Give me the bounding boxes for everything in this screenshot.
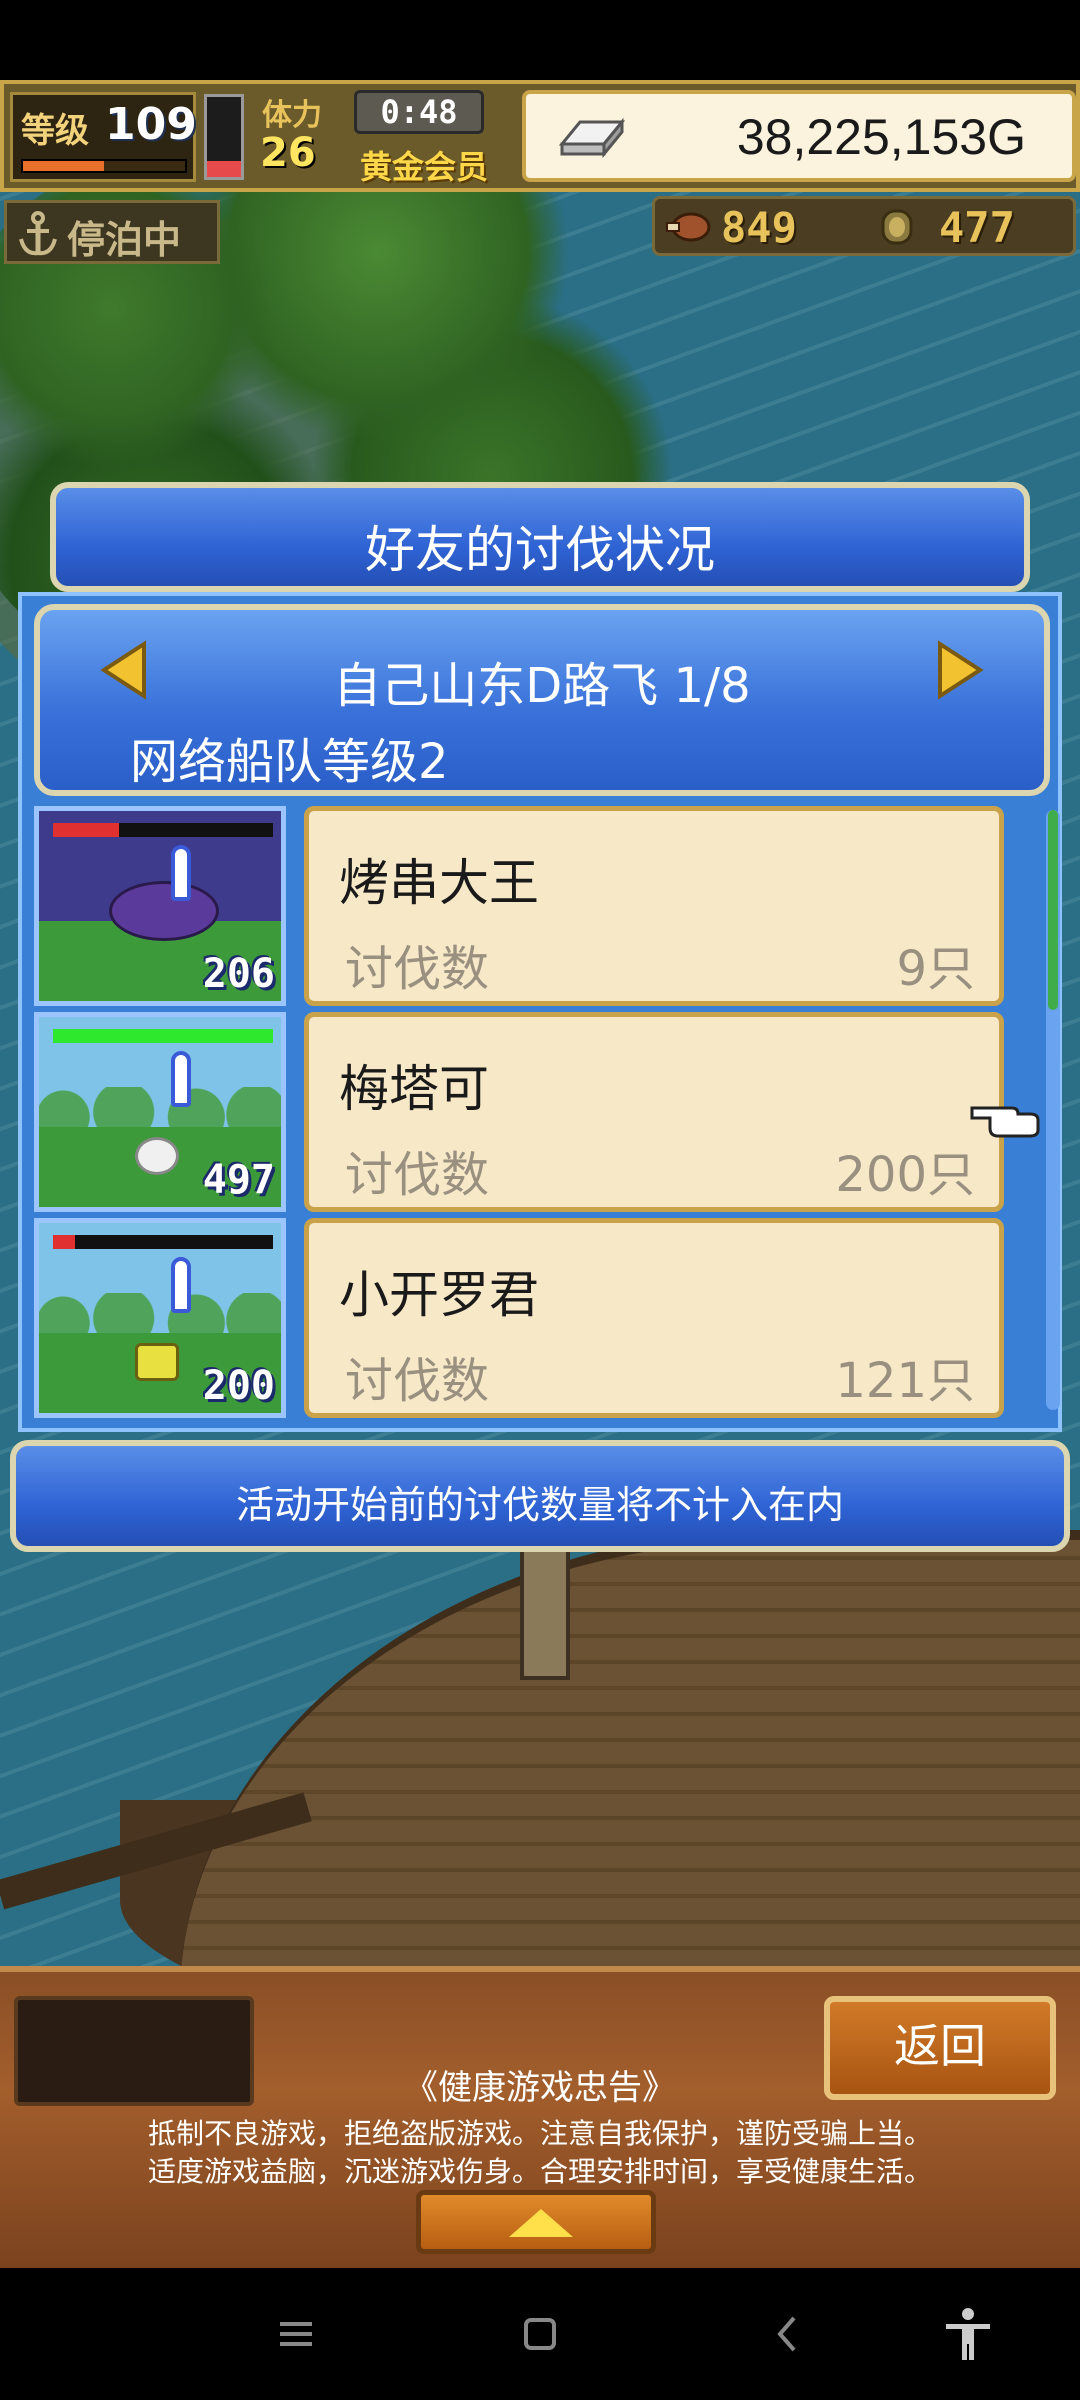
- scrollbar-thumb[interactable]: [1048, 810, 1058, 1010]
- money-box: 38,225,153G: [522, 90, 1076, 182]
- thumbnail-number: 206: [202, 951, 275, 997]
- bottom-bar: 返回 《健康游戏忠告》 抵制不良游戏，拒绝盗版游戏。注意自我保护，谨防受骗上当。…: [0, 1966, 1080, 2268]
- dock-status[interactable]: 停泊中: [4, 200, 220, 264]
- list-item[interactable]: 497 梅塔可 讨伐数 200只: [34, 1012, 1034, 1212]
- fleet-level: 网络船队等级2: [130, 734, 449, 790]
- kill-count-label: 讨伐数: [345, 941, 490, 997]
- silver-bar-icon: [558, 117, 626, 158]
- monster-thumbnail: 206: [34, 806, 286, 1006]
- friend-card[interactable]: 小开罗君 讨伐数 121只: [304, 1218, 1004, 1418]
- thumbnail-number: 497: [202, 1157, 275, 1203]
- hp-bar: [53, 1235, 273, 1249]
- player-header: 自己山东D路飞 1/8 网络船队等级2: [34, 604, 1050, 796]
- resource-bar: 849 477: [652, 196, 1076, 256]
- notice-text: 活动开始前的讨伐数量将不计入在内: [235, 1483, 844, 1527]
- home-icon[interactable]: [510, 2304, 570, 2364]
- hp-bar: [53, 1029, 273, 1043]
- kill-count-label: 讨伐数: [345, 1147, 490, 1203]
- level-label: 等级: [21, 111, 89, 151]
- ship-mast: [520, 1540, 570, 1680]
- wood-value: 477: [939, 203, 1015, 252]
- friend-card[interactable]: 烤串大王 讨伐数 9只: [304, 806, 1004, 1006]
- stamina-value: 26: [260, 130, 316, 176]
- hp-bar-fill: [53, 1235, 75, 1249]
- monster-icon: [135, 1137, 179, 1175]
- sword-icon: [171, 845, 191, 901]
- list-scrollbar[interactable]: [1046, 810, 1060, 1410]
- food-value: 849: [721, 203, 797, 252]
- kill-count-value: 200只: [835, 1147, 975, 1203]
- level-box[interactable]: 等级 109: [10, 92, 197, 182]
- friend-name: 烤串大王: [339, 854, 539, 912]
- system-nav-bar: [0, 2268, 1080, 2400]
- docked-label: 停泊中: [67, 218, 182, 262]
- kill-count-label: 讨伐数: [345, 1353, 490, 1409]
- stamina-bar: [204, 94, 244, 180]
- monster-icon: [109, 881, 219, 941]
- friend-list[interactable]: 206 烤串大王 讨伐数 9只 497 梅塔可 讨伐数 200只 200 小开罗…: [34, 806, 1060, 1422]
- back-nav-icon[interactable]: [758, 2304, 818, 2364]
- log-icon: [881, 209, 913, 245]
- notice-banner: 活动开始前的讨伐数量将不计入在内: [10, 1440, 1070, 1552]
- hp-bar: [53, 823, 273, 837]
- money-value: 38,225,153G: [736, 109, 1026, 165]
- friend-name: 小开罗君: [339, 1266, 539, 1324]
- friend-name: 梅塔可: [339, 1060, 489, 1118]
- stamina-timer: 0:48: [354, 90, 484, 134]
- meat-icon: [666, 212, 711, 242]
- expand-menu-button[interactable]: [416, 2190, 656, 2254]
- top-hud: 等级 109 体力 26 0:48 黄金会员 38,225,153G: [0, 80, 1080, 192]
- friend-hunt-panel: 自己山东D路飞 1/8 网络船队等级2 206 烤串大王 讨伐数 9只 497 …: [18, 592, 1062, 1432]
- sword-icon: [171, 1257, 191, 1313]
- health-advice-title: 《健康游戏忠告》: [404, 2068, 676, 2108]
- membership-badge[interactable]: 黄金会员: [360, 142, 488, 188]
- player-name: 自己山东D路飞 1/8: [333, 658, 751, 714]
- hp-bar-fill: [53, 823, 119, 837]
- health-advice-line-1: 抵制不良游戏，拒绝盗版游戏。注意自我保护，谨防受骗上当。: [147, 2117, 932, 2150]
- pointing-hand-icon: [970, 1106, 1040, 1138]
- stamina-label: 体力: [262, 98, 322, 133]
- monster-thumbnail: 497: [34, 1012, 286, 1212]
- hp-bar-fill: [53, 1029, 273, 1043]
- panel-title-banner: 好友的讨伐状况: [50, 482, 1030, 592]
- xp-bar-fill: [23, 161, 104, 171]
- monster-icon: [135, 1343, 179, 1381]
- sword-icon: [171, 1051, 191, 1107]
- kill-count-value: 9只: [896, 941, 975, 997]
- anchor-icon: [19, 211, 57, 256]
- xp-bar: [21, 159, 187, 173]
- list-item[interactable]: 200 小开罗君 讨伐数 121只: [34, 1218, 1034, 1418]
- thumbnail-number: 200: [202, 1363, 275, 1409]
- menu-icon[interactable]: [266, 2304, 326, 2364]
- list-item[interactable]: 206 烤串大王 讨伐数 9只: [34, 806, 1034, 1006]
- accessibility-icon[interactable]: [938, 2304, 998, 2364]
- level-value: 109: [105, 99, 197, 150]
- right-arrow-icon[interactable]: [936, 640, 984, 700]
- kill-count-value: 121只: [835, 1353, 975, 1409]
- panel-title: 好友的讨伐状况: [365, 521, 715, 579]
- health-advice-line-2: 适度游戏益脑，沉迷游戏伤身。合理安排时间，享受健康生活。: [147, 2155, 932, 2188]
- monster-thumbnail: 200: [34, 1218, 286, 1418]
- friend-card[interactable]: 梅塔可 讨伐数 200只: [304, 1012, 1004, 1212]
- up-arrow-icon: [509, 2209, 573, 2237]
- stamina-bar-fill: [207, 161, 241, 177]
